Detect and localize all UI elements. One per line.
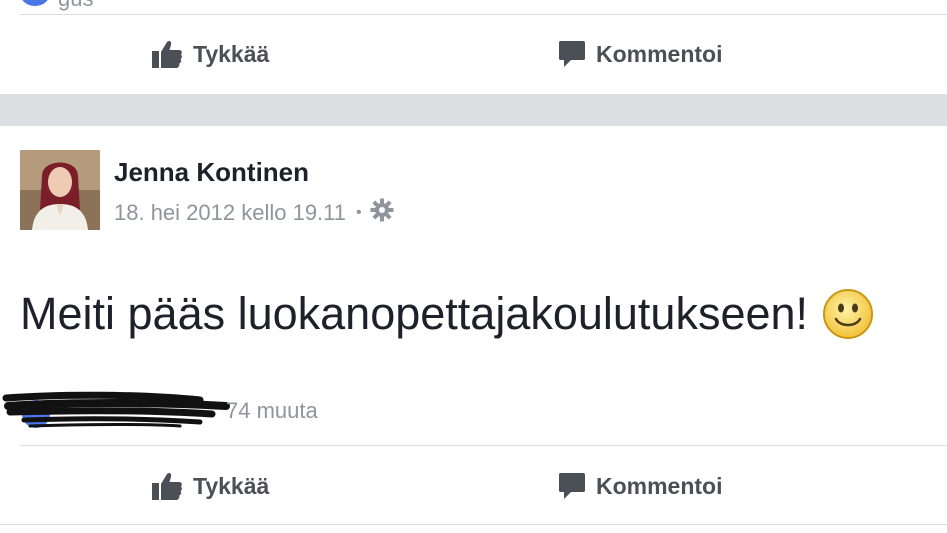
like-button[interactable]: Tykkää: [151, 15, 269, 93]
author-name[interactable]: Jenna Kontinen: [114, 157, 309, 188]
like-label: Tykkää: [193, 40, 270, 67]
smiley-emoji-icon: [822, 288, 874, 340]
comment-button[interactable]: Kommentoi: [558, 447, 723, 525]
thumbs-up-icon: [151, 470, 183, 502]
previous-post: gus Tykkää Kommentoi: [0, 0, 947, 94]
comment-label: Kommentoi: [596, 40, 723, 67]
gear-icon[interactable]: [370, 198, 394, 228]
comment-button[interactable]: Kommentoi: [558, 15, 723, 93]
thumbs-up-icon: [151, 38, 183, 70]
avatar[interactable]: [20, 150, 100, 230]
redaction-scribble: [2, 391, 230, 428]
comment-bubble-icon: [558, 39, 586, 69]
feed: gus Tykkää Kommentoi: [0, 0, 947, 533]
post-message: Meiti pääs luokanopettajakoulutukseen!: [20, 288, 809, 339]
feed-separator: [0, 94, 947, 126]
previous-likes-text: gus: [58, 0, 93, 12]
likes-count-text: 74 muuta: [226, 398, 318, 423]
divider: [0, 524, 947, 525]
likes-summary[interactable]: 74 muuta: [0, 388, 947, 432]
post-timestamp[interactable]: 18. hei 2012 kello 19.11: [114, 200, 346, 226]
post-text: Meiti pääs luokanopettajakoulutukseen!: [20, 288, 874, 340]
reactions-like-icon: [20, 0, 50, 6]
divider: [20, 445, 947, 446]
comment-label: Kommentoi: [596, 472, 723, 499]
like-label: Tykkää: [193, 472, 270, 499]
post-card: Jenna Kontinen 18. hei 2012 kello 19.11 …: [0, 126, 947, 533]
previous-post-actions: Tykkää Kommentoi: [0, 15, 947, 93]
post-actions: Tykkää Kommentoi: [0, 447, 947, 525]
comment-bubble-icon: [558, 471, 586, 501]
meta-separator: •: [356, 204, 362, 221]
like-button[interactable]: Tykkää: [151, 447, 269, 525]
post-meta: 18. hei 2012 kello 19.11 •: [114, 198, 394, 228]
